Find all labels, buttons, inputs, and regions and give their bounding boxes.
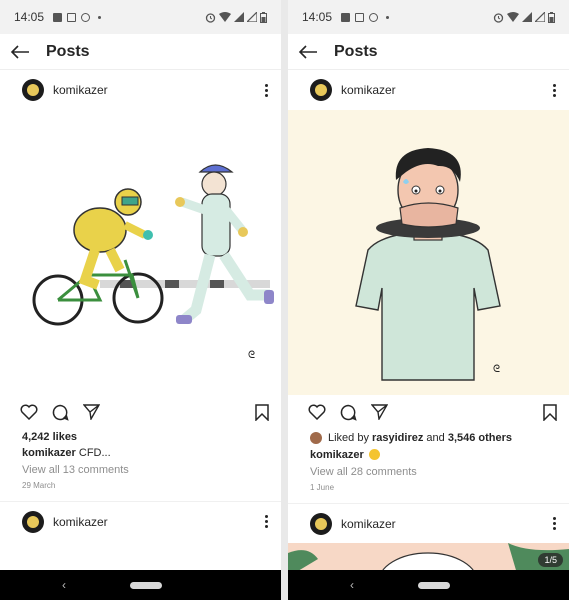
news-notification-icon [355,12,365,22]
post-header: komikazer [288,70,569,110]
share-icon[interactable] [371,404,388,420]
post-username[interactable]: komikazer [53,515,108,529]
more-notifications-dot [98,15,102,19]
caption-username[interactable]: komikazer [22,447,76,459]
liked-by-row[interactable]: Liked by rasyidirez and 3,546 others [310,429,547,447]
gallery-notification-icon [53,12,63,22]
wifi-icon [507,12,519,22]
svg-text:ᘓ: ᘓ [248,350,255,361]
next-post-header: komikazer [0,501,281,541]
phone-left: 14:05 Posts komikazer ᘓ 4,242 likes komi… [0,0,281,600]
alarm-icon [493,12,504,23]
post-username[interactable]: komikazer [53,83,108,97]
status-bar: 14:05 [0,0,281,34]
signal-2-icon [247,12,257,22]
heart-icon[interactable] [308,404,326,420]
bookmark-icon[interactable] [543,403,557,421]
svg-text:ᘓ: ᘓ [493,364,500,375]
more-options-icon[interactable] [551,517,557,530]
liker-avatar [310,432,322,444]
alarm-icon [205,12,216,23]
phone-right: 14:05 Posts komikazer ᘓ Liked by rasyidi… [288,0,569,600]
caption: komikazer CFD... [22,445,259,461]
back-arrow-icon[interactable] [10,41,32,63]
more-options-icon[interactable] [263,515,269,528]
caption: komikazer [310,447,547,463]
view-comments-link[interactable]: View all 28 comments [310,463,547,481]
post-date: 1 June [310,483,335,492]
share-icon[interactable] [83,404,100,420]
post-image-cyclist-illustration[interactable]: ᘓ [0,110,281,395]
app-bar: Posts [0,34,281,70]
post-actions [288,395,569,429]
post-actions [0,395,281,429]
comment-icon[interactable] [52,404,69,421]
smile-mask-emoji-icon [368,449,380,460]
more-options-icon[interactable] [551,83,557,97]
signal-2-icon [535,12,545,22]
post-header: komikazer [0,70,281,110]
likes-count[interactable]: 4,242 likes [22,429,259,445]
signal-icon [522,12,532,22]
system-nav-bar: ‹ [0,570,281,600]
wifi-icon [219,12,231,22]
comment-icon[interactable] [340,404,357,421]
back-arrow-icon[interactable] [298,41,320,63]
nav-back-button[interactable]: ‹ [62,578,66,592]
battery-icon [548,11,555,23]
more-notifications-dot [386,15,390,19]
avatar[interactable] [22,79,44,101]
status-bar: 14:05 [288,0,569,34]
battery-icon [260,11,267,23]
view-comments-link[interactable]: View all 13 comments [22,461,259,479]
status-time: 14:05 [302,10,333,24]
avatar[interactable] [310,79,332,101]
post-date: 29 March [22,481,56,490]
post-meta: 4,242 likes komikazer CFD... View all 13… [0,429,281,493]
next-post-header: komikazer [288,503,569,543]
heart-icon[interactable] [20,404,38,420]
post-image-covering-mouth-illustration[interactable]: ᘓ [288,110,569,395]
status-time: 14:05 [14,10,45,24]
news-notification-icon [67,12,77,22]
whatsapp-notification-icon [81,12,91,22]
caption-text: CFD... [75,447,111,459]
nav-home-pill[interactable] [418,582,450,589]
liked-by-user[interactable]: rasyidirez [372,429,423,447]
nav-back-button[interactable]: ‹ [350,578,354,592]
caption-username[interactable]: komikazer [310,449,364,461]
app-bar: Posts [288,34,569,70]
liked-by-and: and [423,432,448,444]
signal-icon [234,12,244,22]
more-options-icon[interactable] [263,83,269,97]
avatar[interactable] [310,512,332,535]
avatar[interactable] [22,510,44,533]
whatsapp-notification-icon [369,12,379,22]
post-meta: Liked by rasyidirez and 3,546 others kom… [288,429,569,495]
liked-by-prefix: Liked by [328,432,369,444]
post-username[interactable]: komikazer [341,517,396,531]
carousel-counter-badge: 1/5 [538,553,563,567]
liked-by-others[interactable]: 3,546 others [448,429,512,447]
bookmark-icon[interactable] [255,403,269,421]
post-username[interactable]: komikazer [341,83,396,97]
page-title: Posts [46,42,90,60]
nav-home-pill[interactable] [130,582,162,589]
system-nav-bar: ‹ [288,570,569,600]
gallery-notification-icon [341,12,351,22]
page-title: Posts [334,42,378,60]
